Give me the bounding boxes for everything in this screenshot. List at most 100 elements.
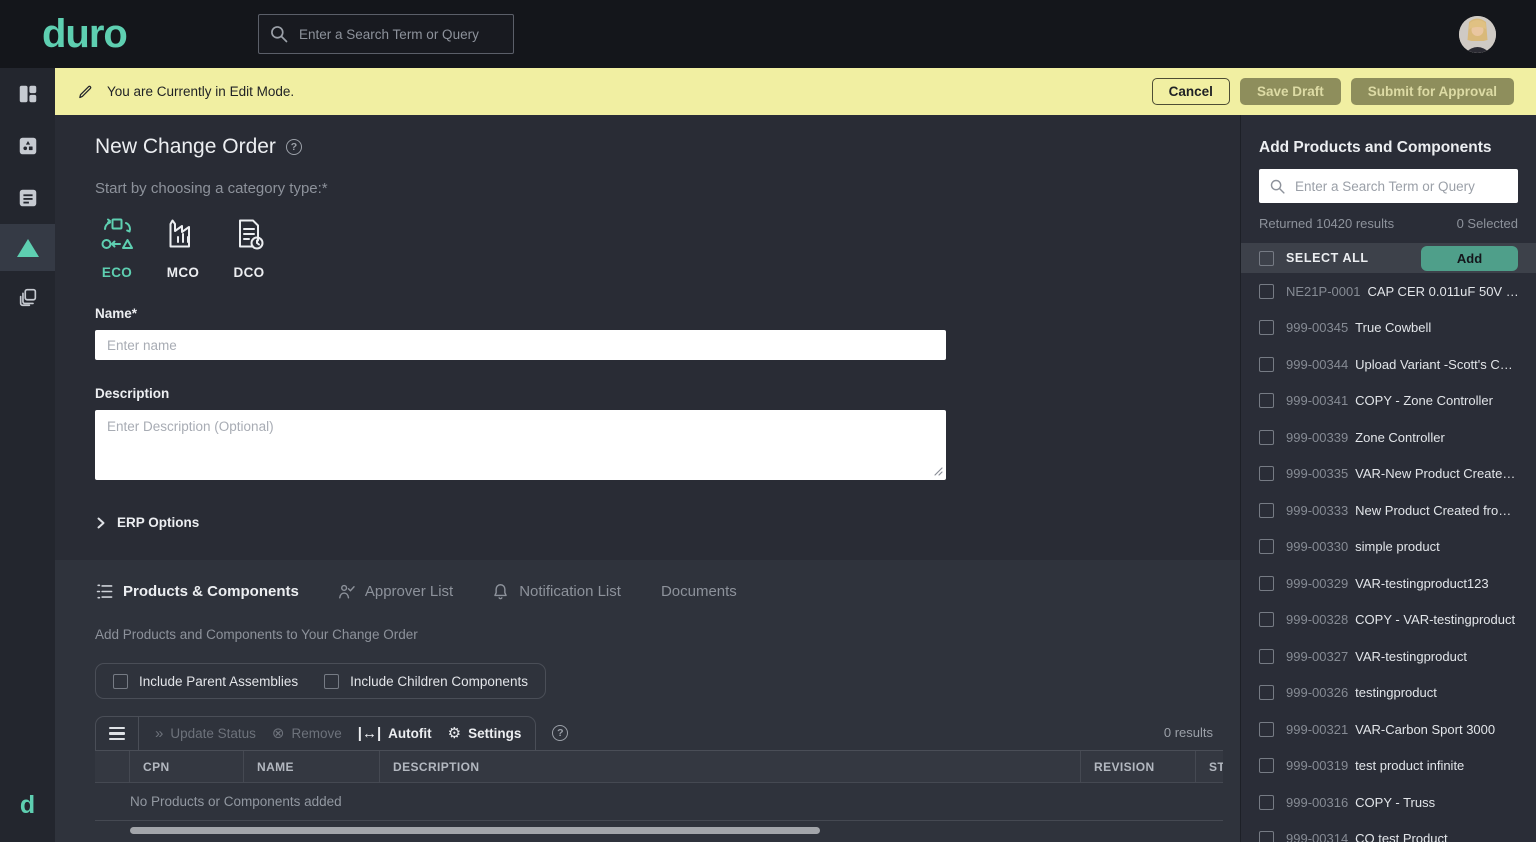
global-search-input[interactable] <box>299 26 503 42</box>
product-name: Upload Variant -Scott's C… <box>1355 356 1513 372</box>
product-list-item[interactable]: 999-00344 Upload Variant -Scott's C… <box>1241 346 1536 383</box>
nav-documents[interactable] <box>0 172 55 224</box>
product-checkbox[interactable] <box>1259 831 1274 842</box>
person-check-icon <box>338 584 355 599</box>
user-avatar[interactable] <box>1459 16 1496 53</box>
category-eco[interactable]: ECO <box>95 217 139 280</box>
left-nav-sidebar: d <box>0 68 55 842</box>
nav-components[interactable] <box>0 120 55 172</box>
product-list-item[interactable]: 999-00330 simple product <box>1241 529 1536 566</box>
include-parents-checkbox[interactable] <box>113 673 128 689</box>
erp-options-toggle[interactable]: ERP Options <box>95 515 1240 530</box>
product-checkbox[interactable] <box>1259 356 1274 372</box>
product-list-item[interactable]: 999-00335 VAR-New Product Create… <box>1241 456 1536 493</box>
product-checkbox[interactable] <box>1259 721 1274 737</box>
settings-button[interactable]: ⚙ Settings <box>448 726 522 741</box>
panel-search[interactable] <box>1259 169 1518 203</box>
description-textarea[interactable] <box>95 410 946 480</box>
product-list-item[interactable]: 999-00326 testingproduct <box>1241 675 1536 712</box>
edit-mode-banner: You are Currently in Edit Mode. Cancel S… <box>55 68 1536 115</box>
add-button[interactable]: Add <box>1421 245 1518 271</box>
nav-change-orders[interactable] <box>0 224 55 271</box>
product-name: Zone Controller <box>1355 429 1445 445</box>
name-input[interactable] <box>95 330 946 360</box>
title-help-icon[interactable]: ? <box>285 139 302 155</box>
product-list-item[interactable]: 999-00327 VAR-testingproduct <box>1241 638 1536 675</box>
add-products-panel: Add Products and Components Returned 104… <box>1240 115 1536 842</box>
category-mco-label: MCO <box>166 265 200 280</box>
erp-options-label: ERP Options <box>117 515 200 530</box>
tab-documents-label: Documents <box>660 583 737 600</box>
category-dco[interactable]: DCO <box>227 217 271 280</box>
description-label: Description <box>95 386 170 401</box>
duro-logo[interactable]: duro <box>42 14 128 54</box>
product-list-item[interactable]: 999-00341 COPY - Zone Controller <box>1241 383 1536 420</box>
dco-icon <box>239 219 264 250</box>
product-list-item[interactable]: 999-00339 Zone Controller <box>1241 419 1536 456</box>
list-icon <box>96 584 113 599</box>
include-children-components-option[interactable]: Include Children Components <box>324 673 528 689</box>
product-checkbox[interactable] <box>1259 794 1274 810</box>
tab-products-components[interactable]: Products & Components <box>95 582 299 601</box>
product-checkbox[interactable] <box>1259 685 1274 701</box>
select-all-checkbox[interactable] <box>1259 250 1274 266</box>
tab-approver-list[interactable]: Approver List <box>337 582 453 601</box>
product-checkbox[interactable] <box>1259 539 1274 555</box>
product-checkbox[interactable] <box>1259 502 1274 518</box>
edit-mode-message: You are Currently in Edit Mode. <box>107 84 295 99</box>
tab-notification-list[interactable]: Notification List <box>491 582 621 601</box>
product-list-item[interactable]: 999-00333 New Product Created fro… <box>1241 492 1536 529</box>
gear-icon: ⚙ <box>447 725 462 742</box>
remove-button[interactable]: ⊗ Remove <box>272 726 342 741</box>
global-search[interactable] <box>258 14 514 54</box>
scrollbar-thumb[interactable] <box>130 827 820 834</box>
header-status[interactable]: ST <box>1196 751 1223 782</box>
tab-documents[interactable]: Documents <box>661 583 737 600</box>
include-parent-assemblies-option[interactable]: Include Parent Assemblies <box>113 673 299 689</box>
product-list-item[interactable]: NE21P-0001 CAP CER 0.011uF 50V … <box>1241 273 1536 310</box>
header-name[interactable]: NAME <box>244 751 380 782</box>
include-parents-label: Include Parent Assemblies <box>139 673 299 689</box>
product-list-item[interactable]: 999-00314 CO test Product <box>1241 821 1536 842</box>
product-checkbox[interactable] <box>1259 466 1274 482</box>
include-children-checkbox[interactable] <box>324 673 340 689</box>
panel-search-input[interactable] <box>1295 178 1508 194</box>
top-bar: duro <box>0 0 1536 68</box>
chevron-right-icon <box>97 517 105 528</box>
cancel-button[interactable]: Cancel <box>1151 78 1230 105</box>
product-list-item[interactable]: 999-00321 VAR-Carbon Sport 3000 <box>1241 711 1536 748</box>
table-help-icon[interactable]: ? <box>552 725 569 741</box>
nav-releases[interactable] <box>0 271 55 323</box>
selected-count: 0 Selected <box>1456 216 1518 231</box>
product-checkbox[interactable] <box>1259 393 1274 409</box>
product-checkbox[interactable] <box>1259 612 1274 628</box>
duro-mini-logo: d <box>19 791 36 819</box>
product-checkbox[interactable] <box>1259 320 1274 336</box>
header-description[interactable]: DESCRIPTION <box>380 751 1081 782</box>
product-checkbox[interactable] <box>1259 758 1274 774</box>
update-status-button[interactable]: » Update Status <box>155 726 256 741</box>
layers-stack-icon <box>19 288 36 307</box>
table-toolbar: » Update Status ⊗ Remove |↔| Autofit ⚙ S… <box>95 716 537 751</box>
product-cpn: 999-00316 <box>1286 794 1349 810</box>
category-mco[interactable]: MCO <box>161 217 205 280</box>
nav-dashboard[interactable] <box>0 68 55 120</box>
table-menu-button[interactable] <box>96 716 139 751</box>
product-list-item[interactable]: 999-00345 True Cowbell <box>1241 310 1536 347</box>
product-checkbox[interactable] <box>1259 429 1274 445</box>
product-list-item[interactable]: 999-00329 VAR-testingproduct123 <box>1241 565 1536 602</box>
product-checkbox[interactable] <box>1259 283 1274 299</box>
autofit-button[interactable]: |↔| Autofit <box>358 726 432 741</box>
product-list-item[interactable]: 999-00328 COPY - VAR-testingproduct <box>1241 602 1536 639</box>
product-name: VAR-Carbon Sport 3000 <box>1355 721 1496 737</box>
submit-for-approval-button[interactable]: Submit for Approval <box>1350 78 1514 105</box>
resize-handle-icon[interactable] <box>934 467 943 476</box>
header-revision[interactable]: REVISION <box>1081 751 1196 782</box>
product-checkbox[interactable] <box>1259 648 1274 664</box>
product-cpn: 999-00339 <box>1286 429 1349 445</box>
product-checkbox[interactable] <box>1259 575 1274 591</box>
product-list-item[interactable]: 999-00319 test product infinite <box>1241 748 1536 785</box>
product-list-item[interactable]: 999-00316 COPY - Truss <box>1241 784 1536 821</box>
header-cpn[interactable]: CPN <box>130 751 244 782</box>
save-draft-button[interactable]: Save Draft <box>1239 78 1341 105</box>
